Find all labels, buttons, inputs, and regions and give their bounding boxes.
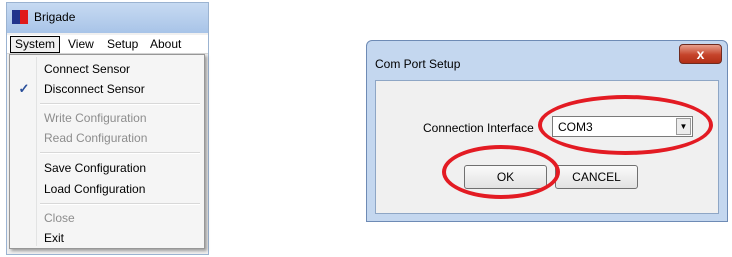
- menu-item-label: Connect Sensor: [44, 62, 131, 76]
- menubar: System View Setup About: [7, 35, 208, 54]
- menu-item-label: Exit: [44, 231, 65, 245]
- menu-about[interactable]: About: [147, 37, 184, 52]
- cancel-button[interactable]: CANCEL: [555, 165, 638, 189]
- dialog-title: Com Port Setup: [375, 57, 461, 71]
- connection-interface-select[interactable]: COM3 ▼: [552, 116, 693, 137]
- menu-item-label: Close: [44, 211, 75, 225]
- menu-separator: [40, 103, 200, 105]
- window-titlebar[interactable]: Brigade: [7, 3, 208, 33]
- menu-item-label: Write Configuration: [44, 111, 147, 125]
- menu-item-write-configuration: Write Configuration: [12, 108, 202, 128]
- menu-setup[interactable]: Setup: [104, 37, 141, 52]
- menu-item-label: Read Configuration: [44, 131, 148, 145]
- com-port-setup-dialog: Com Port Setup x Connection Interface CO…: [366, 40, 728, 222]
- menu-item-save-configuration[interactable]: Save Configuration: [12, 158, 202, 178]
- system-menu-dropdown: Connect Sensor ✓ Disconnect Sensor Write…: [9, 54, 205, 249]
- menu-item-label: Load Configuration: [44, 182, 146, 196]
- menu-system[interactable]: System: [10, 36, 61, 53]
- menu-item-label: Disconnect Sensor: [44, 82, 145, 96]
- combo-value: COM3: [558, 120, 593, 134]
- close-icon: x: [696, 46, 705, 62]
- app-logo-icon: [12, 10, 28, 24]
- menu-separator: [40, 203, 200, 205]
- checkmark-icon: ✓: [18, 81, 30, 96]
- close-button[interactable]: x: [679, 44, 722, 64]
- menu-item-exit[interactable]: Exit: [12, 228, 202, 248]
- connection-interface-label: Connection Interface: [423, 121, 534, 135]
- window-title: Brigade: [34, 10, 76, 24]
- menu-item-label: Save Configuration: [44, 161, 147, 175]
- menu-item-load-configuration[interactable]: Load Configuration: [12, 179, 202, 199]
- menu-item-connect-sensor[interactable]: Connect Sensor: [12, 59, 202, 79]
- dropdown-arrow-icon[interactable]: ▼: [676, 118, 691, 135]
- menu-item-read-configuration: Read Configuration: [12, 128, 202, 148]
- dialog-titlebar[interactable]: Com Port Setup x: [367, 41, 727, 73]
- dialog-body: Connection Interface COM3 ▼ OK CANCEL: [375, 80, 719, 214]
- menu-separator: [40, 152, 200, 154]
- ok-button[interactable]: OK: [464, 165, 547, 189]
- menu-item-close: Close: [12, 208, 202, 228]
- menu-item-disconnect-sensor[interactable]: ✓ Disconnect Sensor: [12, 79, 202, 99]
- brigade-window: Brigade System View Setup About Connect …: [6, 2, 209, 255]
- menu-view[interactable]: View: [65, 37, 97, 52]
